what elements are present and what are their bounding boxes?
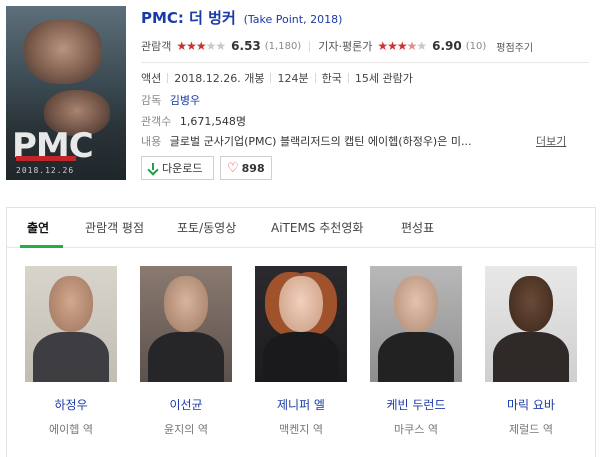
rate-button[interactable]: 평점주기 [496, 39, 533, 54]
active-tab-indicator [20, 245, 63, 248]
audience-count: (1,180) [264, 40, 302, 52]
divider [347, 73, 349, 83]
critic-score: 6.90 [432, 39, 462, 53]
more-link[interactable]: 더보기 [536, 133, 566, 149]
meta-genre[interactable]: 액션 [141, 70, 161, 86]
movie-subtitle: (Take Point, 2018) [243, 13, 343, 26]
info-divider [141, 62, 589, 63]
star-empty-icon: ★★ [205, 39, 226, 53]
cast-card[interactable]: 케빈 두런드 마쿠스 역 [370, 266, 462, 437]
poster-stripe [16, 156, 76, 161]
actor-name[interactable]: 케빈 두런드 [370, 396, 462, 413]
audience-row: 관객수 1,671,548명 [141, 113, 246, 129]
title-row: PMC: 더 벙커 (Take Point, 2018) [141, 7, 342, 28]
cast-section: 출연 관람객 평점 포토/동영상 AiTEMS 추천영화 편성표 하정우 에이헵… [6, 207, 596, 457]
poster-date: 2018.12.26 [16, 166, 75, 175]
audience-value: 1,671,548명 [179, 115, 246, 128]
actor-name[interactable]: 하정우 [25, 396, 117, 413]
star-empty-icon: ★ [416, 39, 427, 53]
download-label: 다운로드 [162, 162, 203, 175]
cast-card[interactable]: 마릭 요바 제럴드 역 [485, 266, 577, 437]
tab-cast[interactable]: 출연 [27, 219, 49, 236]
actor-photo[interactable] [140, 266, 232, 382]
actor-role: 맥켄지 역 [279, 423, 323, 436]
star-half-icon: ★ [406, 39, 418, 53]
critic-stars: ★★★★★ [377, 39, 427, 53]
like-button[interactable]: ♡ 898 [220, 156, 272, 180]
divider [167, 73, 169, 83]
meta-runtime: 124분 [277, 72, 309, 85]
actor-name[interactable]: 이선균 [140, 396, 232, 413]
movie-poster[interactable]: PMC 2018.12.26 [6, 6, 126, 180]
actor-photo[interactable] [25, 266, 117, 382]
movie-title[interactable]: PMC: 더 벙커 [141, 9, 236, 27]
actor-photo[interactable] [255, 266, 347, 382]
actor-photo[interactable] [485, 266, 577, 382]
actor-name[interactable]: 제니퍼 엘 [255, 396, 347, 413]
desc-label: 내용 [141, 135, 162, 148]
actor-photo[interactable] [370, 266, 462, 382]
actor-role: 마쿠스 역 [394, 423, 438, 436]
actor-role: 윤지의 역 [164, 423, 208, 436]
actor-name[interactable]: 마릭 요바 [485, 396, 577, 413]
audience-rating-label: 관람객 [141, 40, 172, 53]
download-button[interactable]: 다운로드 [141, 156, 214, 180]
actor-role: 에이헵 역 [49, 423, 93, 436]
actor-role: 제럴드 역 [509, 423, 553, 436]
cast-card[interactable]: 이선균 윤지의 역 [140, 266, 232, 437]
heart-icon: ♡ [227, 160, 239, 176]
star-filled-icon: ★★★ [377, 39, 407, 53]
tab-aitems[interactable]: AiTEMS 추천영화 [271, 219, 363, 236]
divider [270, 73, 272, 83]
desc-row: 내용 글로벌 군사기업(PMC) 블랙리저드의 캡틴 에이헵(하정우)은 미..… [141, 133, 556, 149]
meta-country[interactable]: 한국 [322, 70, 342, 86]
cast-card[interactable]: 하정우 에이헵 역 [25, 266, 117, 437]
critic-count: (10) [465, 40, 487, 52]
tab-bar: 출연 관람객 평점 포토/동영상 AiTEMS 추천영화 편성표 [7, 208, 595, 248]
audience-stars: ★★★★★ [176, 39, 226, 53]
cast-card[interactable]: 제니퍼 엘 맥켄지 역 [255, 266, 347, 437]
audience-score: 6.53 [231, 39, 261, 53]
rating-row: 관람객 ★★★★★ 6.53 (1,180) 기자·평론가 ★★★★★ 6.90… [141, 37, 533, 55]
director-link[interactable]: 김병우 [170, 94, 200, 107]
meta-row: 액션 2018.12.26. 개봉 124분 한국 15세 관람가 [141, 70, 413, 86]
download-icon [148, 162, 158, 174]
poster-face-top [24, 20, 102, 84]
divider [309, 40, 311, 52]
tab-schedule[interactable]: 편성표 [401, 219, 434, 236]
meta-release: 2018.12.26. 개봉 [174, 72, 265, 85]
director-row: 감독 김병우 [141, 92, 200, 108]
divider [314, 73, 316, 83]
meta-age: 15세 관람가 [354, 72, 413, 85]
audience-label: 관객수 [141, 115, 172, 128]
critic-rating-label: 기자·평론가 [318, 40, 373, 53]
description: 글로벌 군사기업(PMC) 블랙리저드의 캡틴 에이헵(하정우)은 미... [169, 135, 472, 148]
tab-photo-video[interactable]: 포토/동영상 [177, 219, 236, 236]
tab-audience-reviews[interactable]: 관람객 평점 [85, 219, 144, 236]
like-count: 898 [241, 161, 265, 175]
director-label: 감독 [141, 94, 162, 107]
star-filled-icon: ★★★ [176, 39, 206, 53]
